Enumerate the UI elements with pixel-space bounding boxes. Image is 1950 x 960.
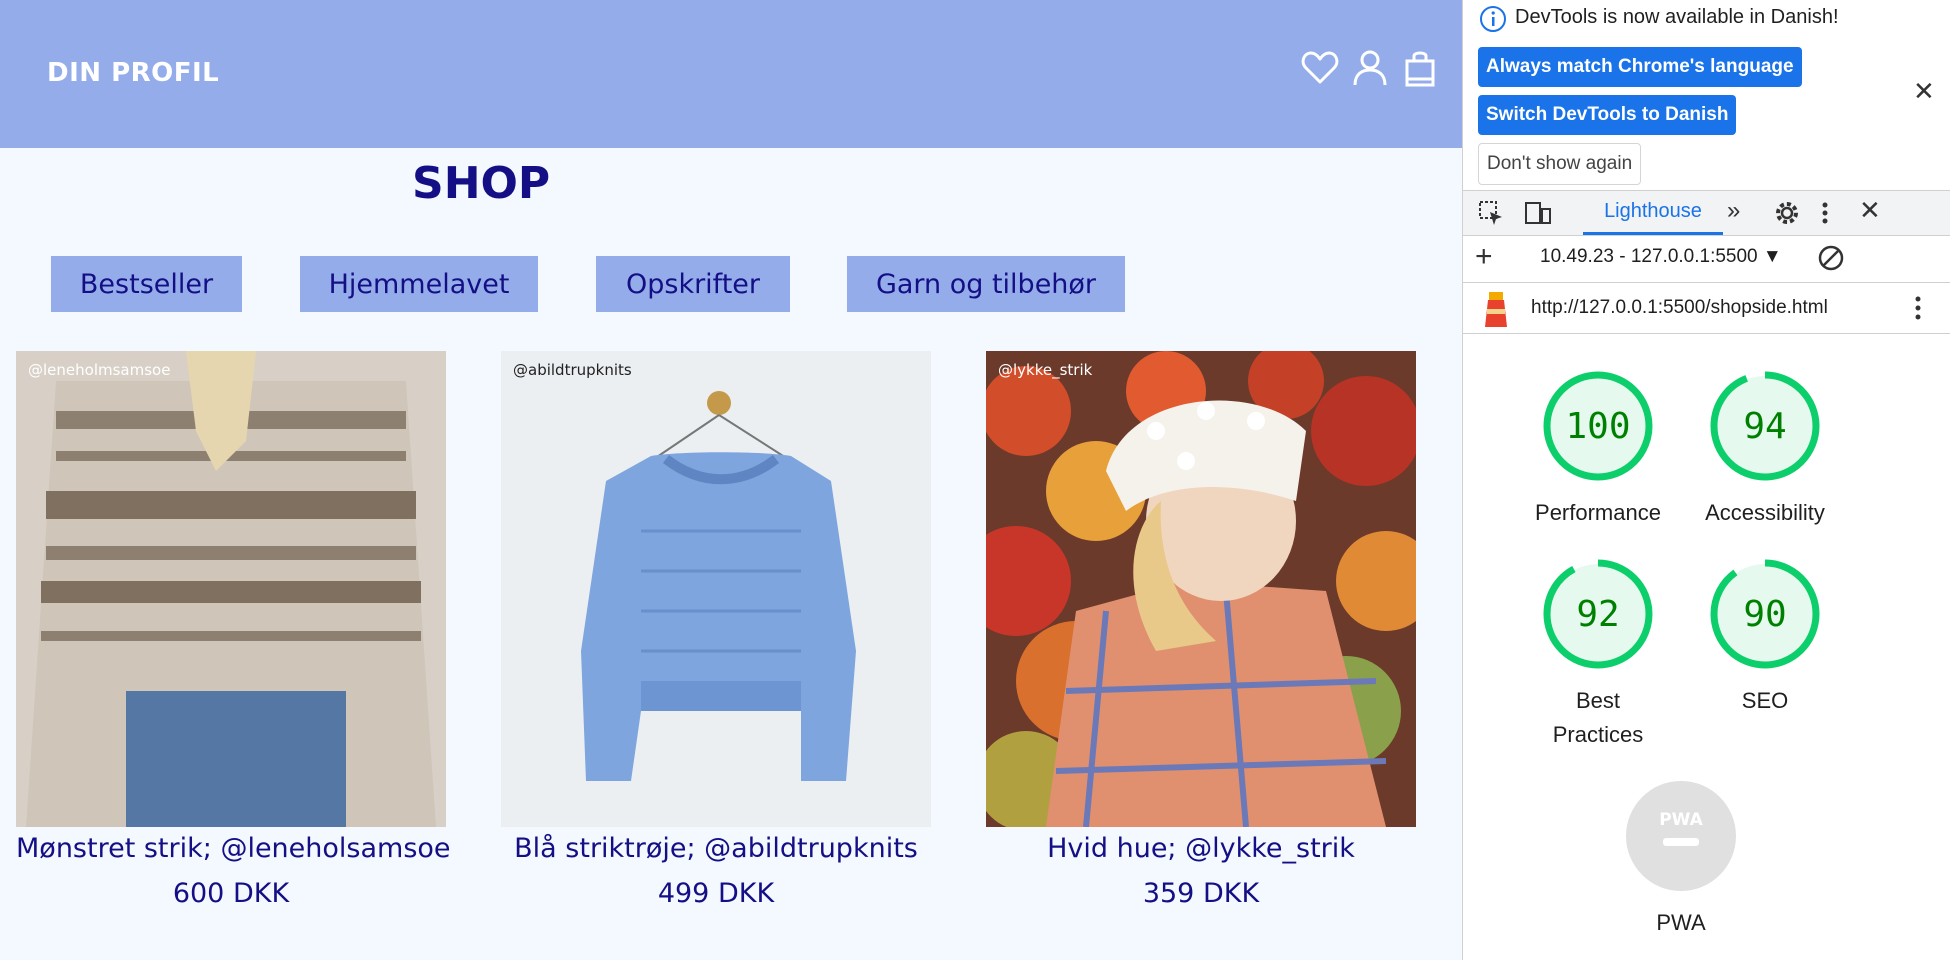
score-gauge-seo[interactable]: 90 SEO	[1685, 558, 1845, 718]
dont-show-again-button[interactable]: Don't show again	[1478, 143, 1642, 185]
page-title: SHOP	[412, 158, 551, 209]
banner-message: DevTools is now available in Danish!	[1515, 6, 1839, 28]
new-report-plus-icon[interactable]: +	[1475, 242, 1493, 272]
language-banner: DevTools is now available in Danish! Alw…	[1463, 0, 1950, 190]
kebab-menu-icon[interactable]	[1818, 199, 1832, 232]
image-credit: @leneholmsamsoe	[28, 361, 171, 379]
image-credit: @abildtrupknits	[513, 361, 632, 379]
product-image-sweater-patterned[interactable]: @leneholmsamsoe	[16, 351, 446, 827]
devtools-panel: DevTools is now available in Danish! Alw…	[1462, 0, 1950, 960]
lighthouse-logo-icon	[1481, 289, 1511, 334]
category-button-opskrifter[interactable]: Opskrifter	[596, 256, 790, 312]
heart-icon[interactable]	[1300, 48, 1340, 88]
devtools-toolbar: Lighthouse » ✕	[1463, 190, 1950, 236]
score-gauge-pwa[interactable]: PWA PWA	[1601, 780, 1761, 940]
product-image-blue-sweater[interactable]: @abildtrupknits	[501, 351, 931, 827]
dropdown-arrow-icon: ▼	[1762, 246, 1782, 267]
close-icon[interactable]: ✕	[1913, 76, 1935, 107]
product-price: 499 DKK	[657, 878, 775, 909]
image-credit: @lykke_strik	[998, 361, 1093, 379]
report-url-bar: http://127.0.0.1:5500/shopside.html	[1463, 283, 1950, 334]
score-value: 100	[1565, 406, 1630, 447]
score-label: SEO	[1741, 688, 1789, 713]
score-gauge-best-practices[interactable]: 92 Best Practices	[1518, 558, 1678, 752]
more-tabs-chevron-icon[interactable]: »	[1727, 197, 1740, 225]
clear-block-icon[interactable]	[1817, 244, 1845, 277]
device-toolbar-icon[interactable]	[1523, 199, 1553, 232]
product-name[interactable]: Blå striktrøje; @abildtrupknits	[501, 833, 931, 864]
score-label: PWA	[1656, 910, 1706, 935]
shop-page: DIN PROFIL SHOP Bestseller Hjemmelavet O…	[0, 0, 1462, 960]
score-gauge-accessibility[interactable]: 94 Accessibility	[1685, 370, 1845, 530]
site-header: DIN PROFIL	[0, 0, 1462, 148]
gear-icon[interactable]	[1773, 199, 1801, 232]
product-card[interactable]: @leneholmsamsoe Mønstret strik; @lenehol…	[16, 351, 451, 909]
tab-lighthouse[interactable]: Lighthouse	[1583, 191, 1723, 235]
product-card[interactable]: @abildtrupknits Blå striktrøje; @abildtr…	[501, 351, 931, 909]
info-icon	[1479, 5, 1507, 38]
kebab-menu-icon[interactable]	[1911, 293, 1925, 328]
pwa-badge-text: PWA	[1659, 810, 1703, 830]
product-price: 359 DKK	[1142, 878, 1260, 909]
score-value: 90	[1743, 594, 1786, 635]
user-icon[interactable]	[1350, 48, 1390, 88]
profile-link[interactable]: DIN PROFIL	[47, 58, 219, 88]
close-devtools-icon[interactable]: ✕	[1859, 195, 1881, 226]
category-button-hjemmelavet[interactable]: Hjemmelavet	[300, 256, 538, 312]
score-value: 94	[1743, 406, 1786, 447]
switch-to-danish-button[interactable]: Switch DevTools to Danish	[1478, 95, 1737, 135]
category-button-garn-og-tilbehor[interactable]: Garn og tilbehør	[847, 256, 1125, 312]
product-price: 600 DKK	[172, 878, 290, 909]
shopping-bag-icon[interactable]	[1400, 48, 1440, 88]
report-url: http://127.0.0.1:5500/shopside.html	[1531, 297, 1828, 318]
score-label: Performance	[1535, 500, 1661, 525]
always-match-language-button[interactable]: Always match Chrome's language	[1478, 47, 1802, 87]
lighthouse-report-bar: + 10.49.23 - 127.0.0.1:5500 ▼	[1463, 236, 1950, 283]
product-card[interactable]: @lykke_strik Hvid hue; @lykke_strik 359 …	[986, 351, 1416, 909]
product-name[interactable]: Hvid hue; @lykke_strik	[986, 833, 1416, 864]
score-label: Accessibility	[1705, 500, 1825, 525]
score-gauge-performance[interactable]: 100 Performance	[1518, 370, 1678, 530]
product-name[interactable]: Mønstret strik; @leneholsamsoe	[16, 833, 451, 864]
score-value: 92	[1576, 594, 1619, 635]
category-button-bestseller[interactable]: Bestseller	[51, 256, 242, 312]
product-image-white-hat[interactable]: @lykke_strik	[986, 351, 1416, 827]
report-select[interactable]: 10.49.23 - 127.0.0.1:5500 ▼	[1540, 246, 1782, 268]
report-select-value: 10.49.23 - 127.0.0.1:5500	[1540, 246, 1758, 267]
score-label: Best Practices	[1552, 688, 1644, 747]
inspect-element-icon[interactable]	[1477, 199, 1505, 232]
